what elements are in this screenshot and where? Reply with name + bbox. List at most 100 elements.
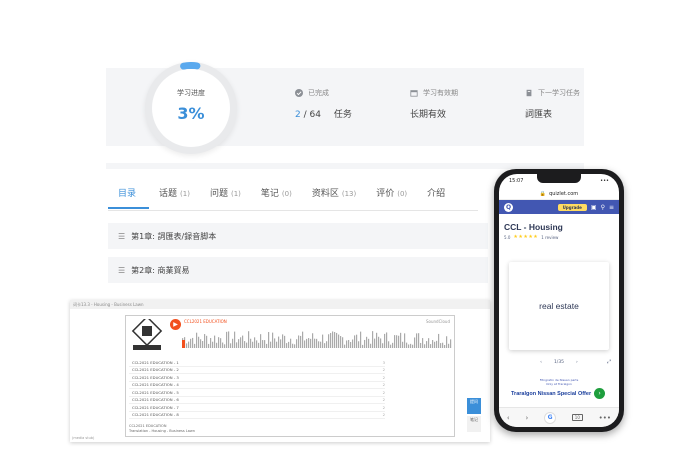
search-icon[interactable]: ⚲: [601, 204, 605, 211]
waveform-bar: [448, 343, 450, 348]
track-title: CCL2021 EDUCATION - 8: [132, 412, 179, 418]
track-row[interactable]: CCL2021 EDUCATION - 7 2: [129, 404, 385, 412]
waveform-bar: [368, 338, 370, 348]
track-row[interactable]: CCL2021 EDUCATION - 6 2: [129, 397, 385, 404]
waveform-bar: [278, 336, 280, 348]
waveform-bar: [286, 343, 288, 348]
notes-button[interactable]: 笔记: [467, 416, 481, 432]
waveform-bar: [358, 341, 360, 348]
forward-icon[interactable]: ›: [525, 414, 528, 422]
quizlet-logo-icon[interactable]: Q: [504, 202, 513, 212]
rating-reviews[interactable]: 1 review: [541, 235, 558, 240]
track-row[interactable]: CCL2021 EDUCATION - 3 2: [129, 374, 385, 382]
cards-icon[interactable]: ▣: [591, 204, 597, 211]
waveform-bar: [198, 336, 200, 348]
more-icon[interactable]: •••: [599, 414, 611, 422]
upgrade-button[interactable]: Upgrade: [557, 203, 587, 211]
ad-small-line-2: Only at Traralgon: [546, 382, 572, 386]
back-icon[interactable]: ‹: [507, 414, 510, 422]
waveform-bar: [236, 342, 238, 348]
waveform-bar: [388, 341, 390, 348]
waveform-bar: [308, 338, 310, 348]
tab-materials[interactable]: 资料区 (13): [302, 186, 366, 209]
waveform-bar: [408, 344, 410, 348]
tab-count: (1): [180, 190, 190, 198]
chapter-label: 第1章: 詞匯表/録音脚本: [131, 231, 217, 241]
waveform-bar: [264, 340, 266, 348]
waveform-bar: [282, 334, 284, 348]
tab-notes[interactable]: 笔记 (0): [251, 186, 302, 209]
stat-next-value[interactable]: 詞匯表: [525, 110, 552, 120]
tab-questions[interactable]: 问题 (1): [200, 186, 251, 209]
tab-reviews[interactable]: 评价 (0): [366, 186, 417, 209]
waveform-bar: [318, 341, 320, 348]
browser-toolbar: ‹ › G 10 •••: [499, 407, 619, 427]
waveform-bar: [208, 343, 210, 348]
stat-next-task: 下一学习任务 詞匯表: [525, 88, 580, 120]
tab-count: (0): [397, 190, 408, 198]
tab-catalog[interactable]: 目录: [108, 186, 150, 209]
lock-icon: 🔒: [539, 190, 547, 197]
waveform-bar: [436, 340, 438, 348]
menu-icon[interactable]: ≡: [609, 204, 614, 211]
progress-ring: 学习进度 3%: [145, 62, 237, 154]
waveform-bar: [222, 342, 224, 348]
waveform-bar: [364, 339, 366, 348]
waveform-bar: [356, 334, 358, 348]
prev-card-icon[interactable]: ‹: [540, 360, 542, 365]
waveform-bar: [244, 341, 246, 348]
waveform-bar: [400, 332, 402, 348]
arrow-right-icon[interactable]: ›: [594, 388, 606, 399]
tab-topics[interactable]: 话题 (1): [149, 186, 200, 209]
audio-waveform[interactable]: [182, 330, 452, 350]
ask-question-button[interactable]: 提问: [467, 398, 481, 414]
waveform-bar: [384, 333, 386, 348]
chapter-item[interactable]: ☰ 第2章: 商業貿易: [108, 257, 488, 283]
track-row[interactable]: CCL2021 EDUCATION - 1 3: [129, 359, 385, 367]
waveform-bar: [226, 331, 228, 348]
waveform-bar: [240, 337, 242, 348]
waveform-bar: [270, 341, 272, 348]
waveform-bar: [232, 338, 234, 348]
track-row[interactable]: CCL2021 EDUCATION - 5 2: [129, 389, 385, 397]
expand-icon[interactable]: ⤢: [607, 359, 611, 365]
stat-completed-total: / 64: [303, 110, 321, 120]
waveform-bar: [420, 342, 422, 348]
track-list: CCL2021 EDUCATION - 1 3 CCL2021 EDUCATION…: [129, 359, 385, 419]
play-button[interactable]: ▶: [170, 319, 181, 330]
waveform-bar: [192, 337, 194, 348]
tabs-count[interactable]: 10: [571, 414, 583, 421]
track-row[interactable]: CCL2021 EDUCATION - 2 2: [129, 367, 385, 374]
tab-intro[interactable]: 介绍: [417, 186, 458, 209]
waveform-bar: [242, 335, 244, 348]
track-title: CCL2021 EDUCATION - 7: [132, 404, 179, 410]
waveform-bar: [360, 331, 362, 348]
stat-validity-label: 学习有效期: [423, 89, 458, 97]
flashcard[interactable]: real estate: [509, 262, 609, 350]
waveform-bar: [234, 331, 236, 348]
waveform-bar: [348, 339, 350, 348]
waveform-bar: [366, 336, 368, 348]
waveform-bar: [194, 343, 196, 348]
waveform-bar: [312, 333, 314, 348]
track-row[interactable]: CCL2021 EDUCATION - 8 2: [129, 412, 385, 419]
tab-label: 目录: [118, 189, 137, 199]
waveform-bar: [350, 341, 352, 348]
waveform-bar: [206, 335, 208, 348]
chapter-item[interactable]: ☰ 第1章: 詞匯表/録音脚本: [108, 223, 488, 249]
track-title: CCL2021 EDUCATION - 1: [132, 359, 179, 365]
address-bar[interactable]: 🔒 quizlet.com: [499, 188, 619, 200]
waveform-bar: [246, 342, 248, 348]
waveform-bar: [426, 341, 428, 348]
ad-banner[interactable]: Traralgon Nissan Special Offer ›: [511, 388, 611, 399]
waveform-bar: [250, 338, 252, 348]
google-icon[interactable]: G: [544, 411, 557, 424]
next-card-icon[interactable]: ›: [576, 360, 578, 365]
track-row[interactable]: CCL2021 EDUCATION - 4 2: [129, 382, 385, 389]
waveform-bar: [268, 332, 270, 348]
waveform-bar: [200, 339, 202, 348]
waveform-bar: [212, 341, 214, 348]
waveform-bar: [410, 343, 412, 348]
track-plays: 2: [382, 412, 385, 418]
waveform-bar: [258, 342, 260, 348]
